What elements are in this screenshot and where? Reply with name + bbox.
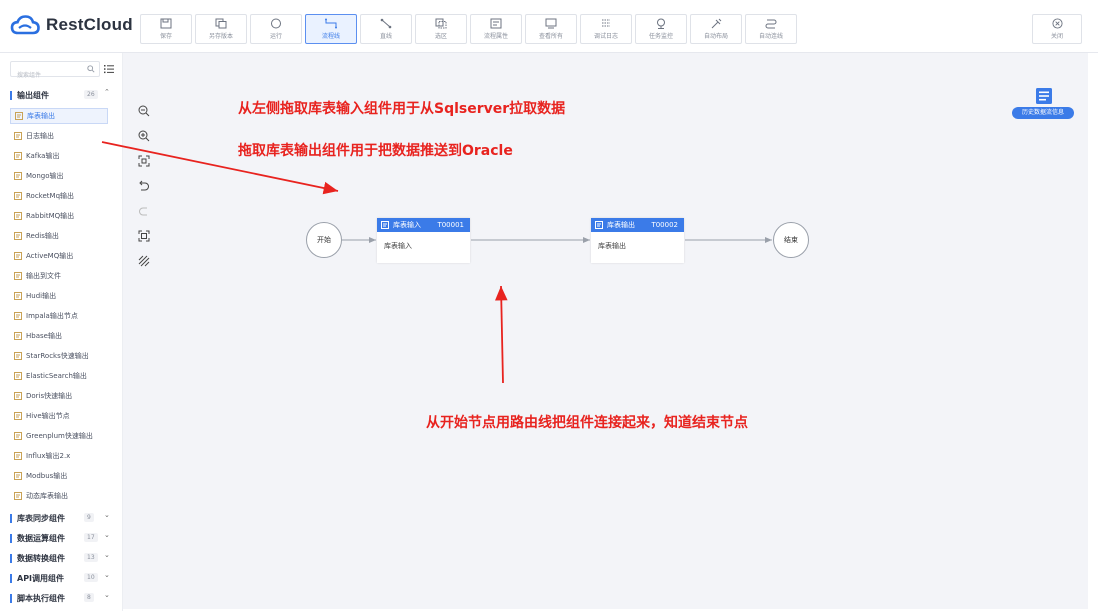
red-arrow-connect [494, 285, 508, 384]
start-node-label: 开始 [317, 236, 331, 244]
node-body: 库表输出 [598, 242, 626, 250]
history-label: 历史数据流信息 [1012, 107, 1074, 119]
node-header: 库表输出 T00002 [591, 218, 684, 232]
red-arrow-drag [101, 141, 339, 195]
node-title: 库表输出 [607, 221, 635, 229]
node-body: 库表输入 [384, 242, 412, 250]
node-id: T00002 [651, 221, 678, 229]
flow-connectors [101, 141, 772, 384]
node-header: 库表输入 T00001 [377, 218, 470, 232]
end-node[interactable]: 结束 [773, 222, 809, 258]
table-output-node[interactable]: 库表输出 T00002 库表输出 [591, 218, 684, 263]
table-icon [381, 221, 389, 229]
start-node[interactable]: 开始 [306, 222, 342, 258]
node-id: T00001 [437, 221, 464, 229]
table-icon [595, 221, 603, 229]
table-input-node[interactable]: 库表输入 T00001 库表输入 [377, 218, 470, 263]
node-title: 库表输入 [393, 221, 421, 229]
end-node-label: 结束 [784, 236, 798, 244]
history-dataflow-button[interactable]: 历史数据流信息 [1012, 87, 1074, 121]
database-list-icon [1036, 88, 1052, 104]
